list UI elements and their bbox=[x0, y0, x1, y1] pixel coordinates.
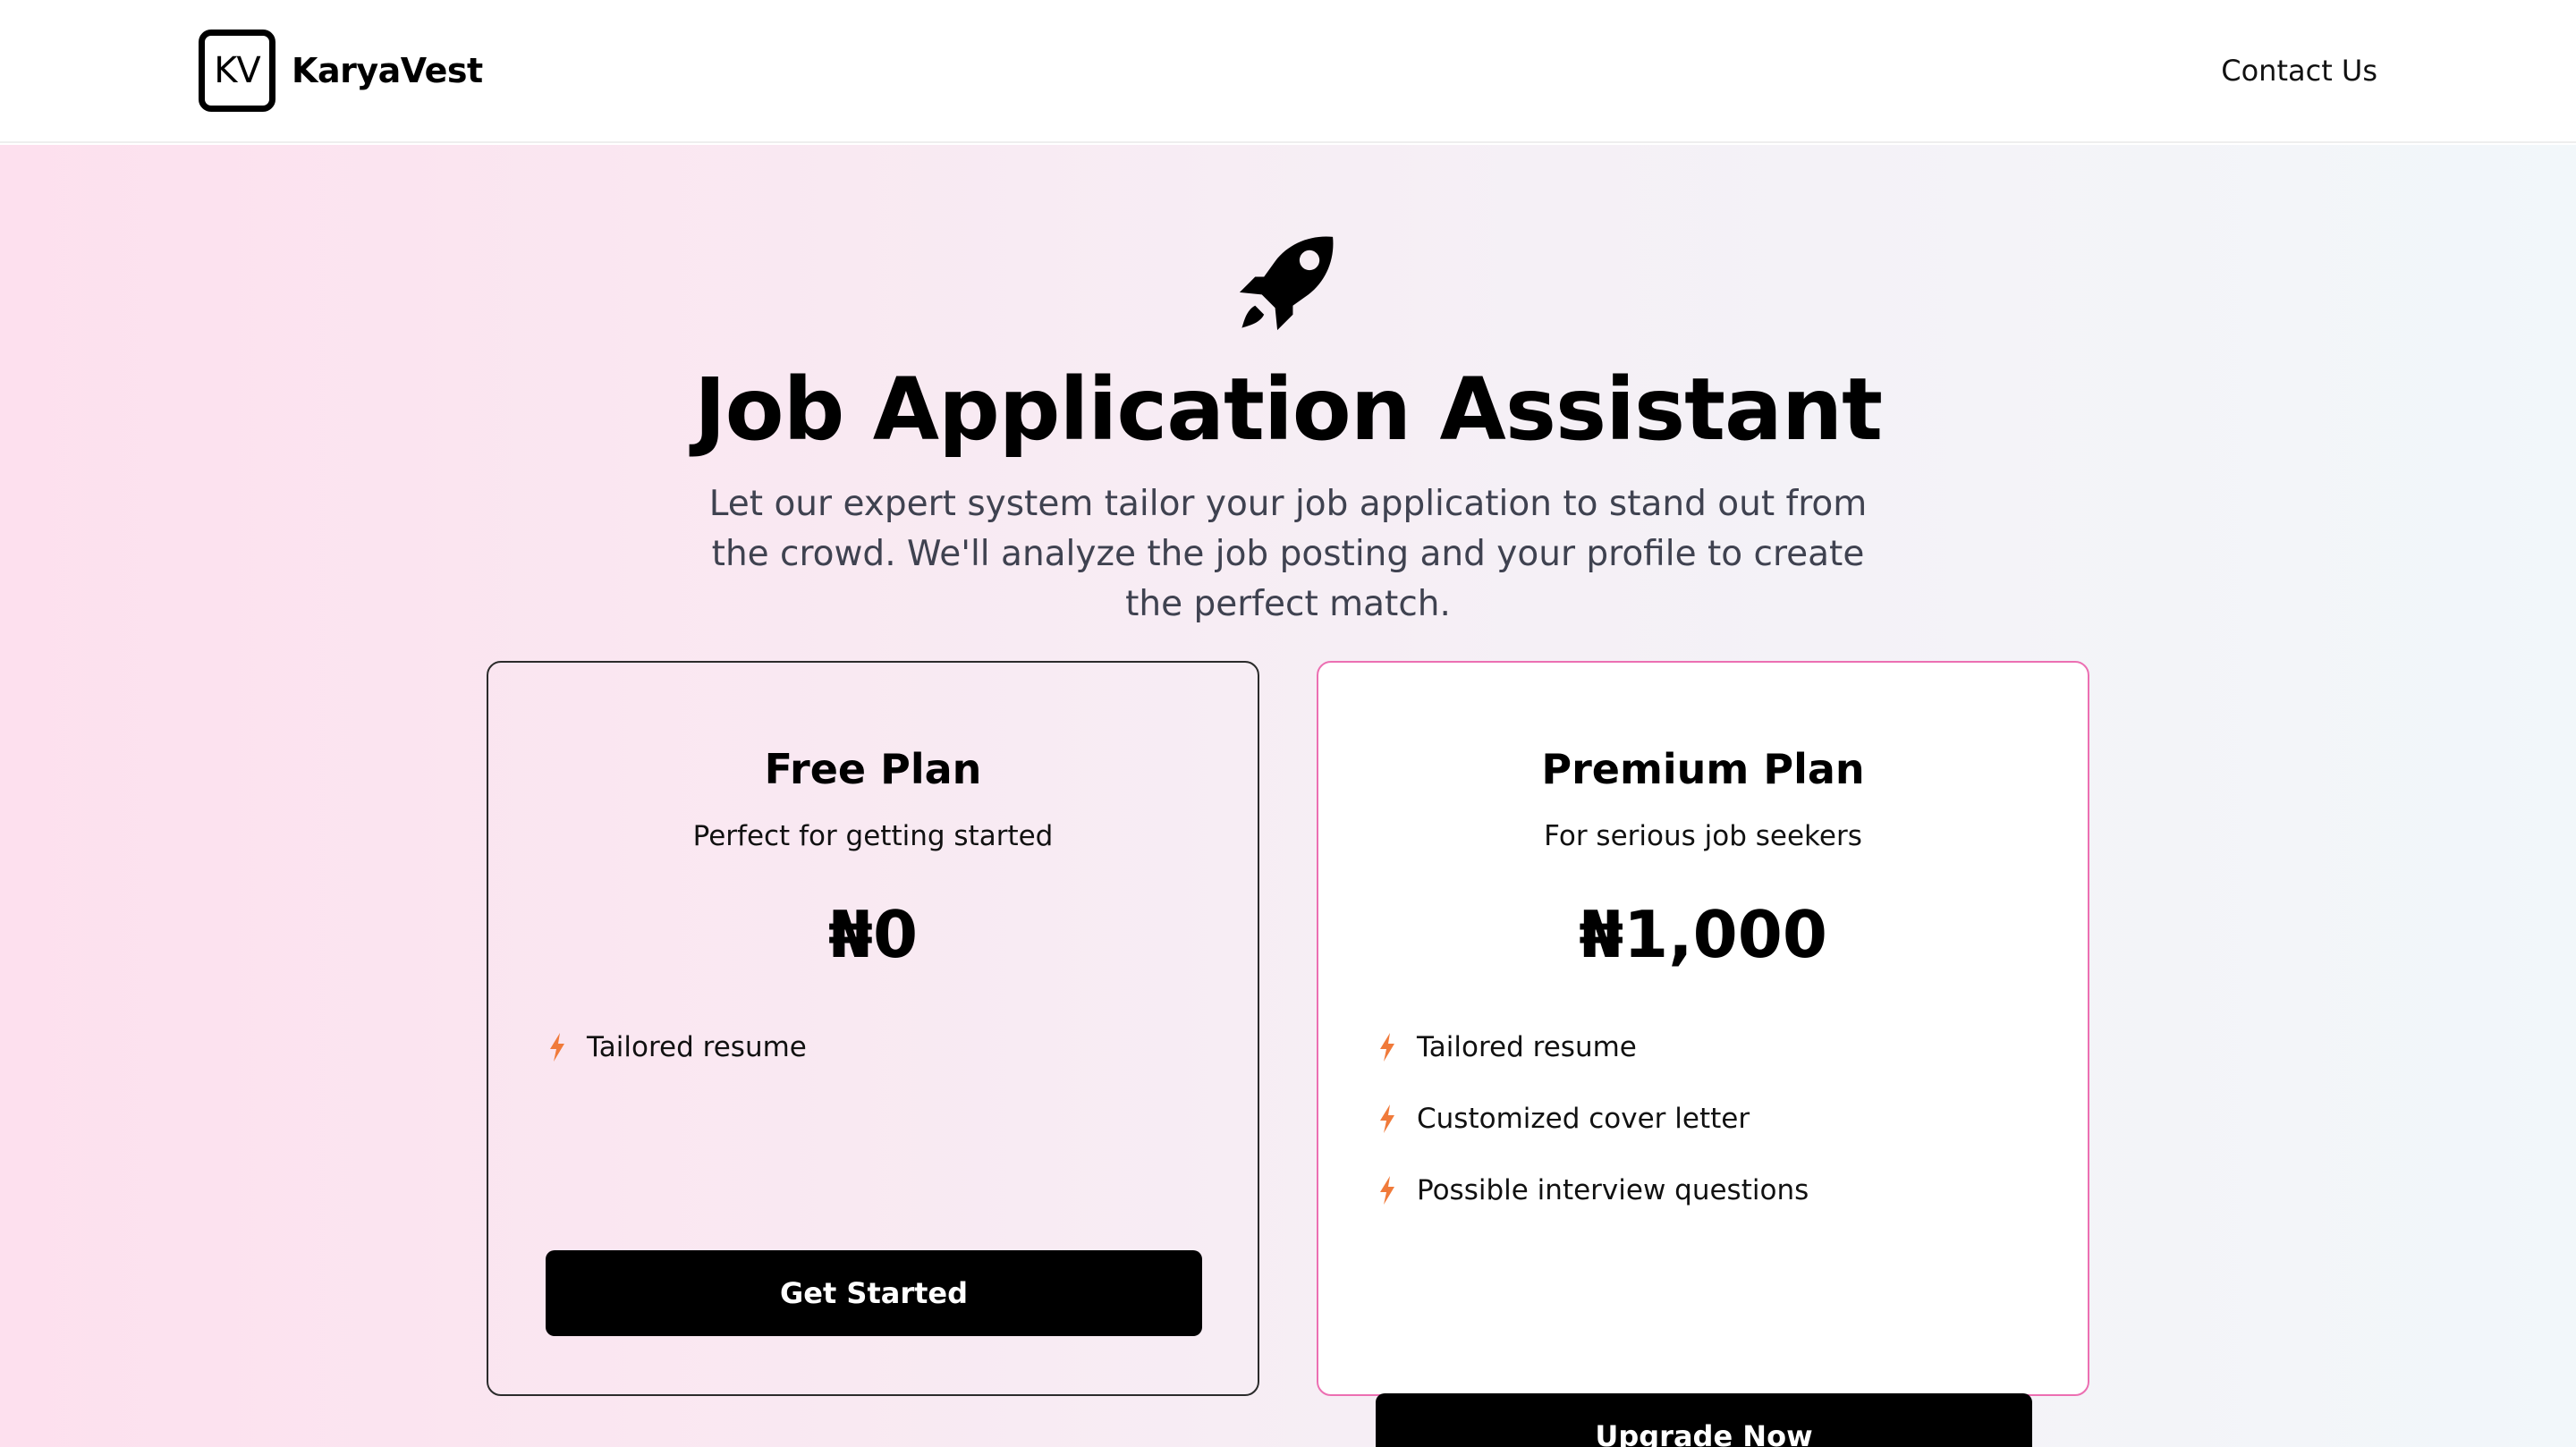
feature-item: Possible interview questions bbox=[1377, 1155, 1809, 1226]
plan-description: Perfect for getting started bbox=[692, 820, 1054, 852]
page-subtitle: Let our expert system tailor your job ap… bbox=[708, 484, 1868, 624]
plan-description: For serious job seekers bbox=[1544, 820, 1862, 852]
feature-item: Customized cover letter bbox=[1377, 1083, 1809, 1155]
lightning-icon bbox=[1380, 1176, 1394, 1205]
free-plan-card: Free Plan Perfect for getting started ₦0… bbox=[487, 661, 1259, 1396]
brand-logo[interactable]: KV KaryaVest bbox=[199, 30, 483, 112]
feature-list: Tailored resume Customized cover letter … bbox=[1377, 1011, 1809, 1226]
feature-label: Tailored resume bbox=[587, 1031, 807, 1063]
feature-label: Customized cover letter bbox=[1417, 1103, 1750, 1135]
plan-price: ₦1,000 bbox=[1579, 897, 1827, 972]
feature-item: Tailored resume bbox=[1377, 1011, 1809, 1083]
lightning-icon bbox=[550, 1033, 564, 1062]
plan-title: Free Plan bbox=[764, 745, 982, 793]
contact-us-link[interactable]: Contact Us bbox=[2221, 54, 2377, 88]
page-title: Job Application Assistant bbox=[693, 360, 1883, 460]
logo-mark: KV bbox=[199, 30, 275, 112]
hero-section: Job Application Assistant Let our expert… bbox=[0, 145, 2576, 1447]
brand-name: KaryaVest bbox=[292, 51, 483, 90]
feature-label: Tailored resume bbox=[1417, 1031, 1637, 1063]
feature-list: Tailored resume bbox=[547, 1011, 807, 1083]
premium-plan-card: Premium Plan For serious job seekers ₦1,… bbox=[1317, 661, 2089, 1447]
feature-item: Tailored resume bbox=[547, 1011, 807, 1083]
upgrade-now-button[interactable]: Upgrade Now bbox=[1376, 1393, 2032, 1447]
feature-label: Possible interview questions bbox=[1417, 1174, 1809, 1206]
plan-price: ₦0 bbox=[827, 897, 919, 972]
plan-title: Premium Plan bbox=[1541, 745, 1865, 793]
top-navbar: KV KaryaVest Contact Us bbox=[0, 0, 2576, 143]
get-started-button[interactable]: Get Started bbox=[546, 1250, 1202, 1336]
rocket-icon bbox=[1239, 236, 1334, 331]
lightning-icon bbox=[1380, 1033, 1394, 1062]
lightning-icon bbox=[1380, 1104, 1394, 1133]
